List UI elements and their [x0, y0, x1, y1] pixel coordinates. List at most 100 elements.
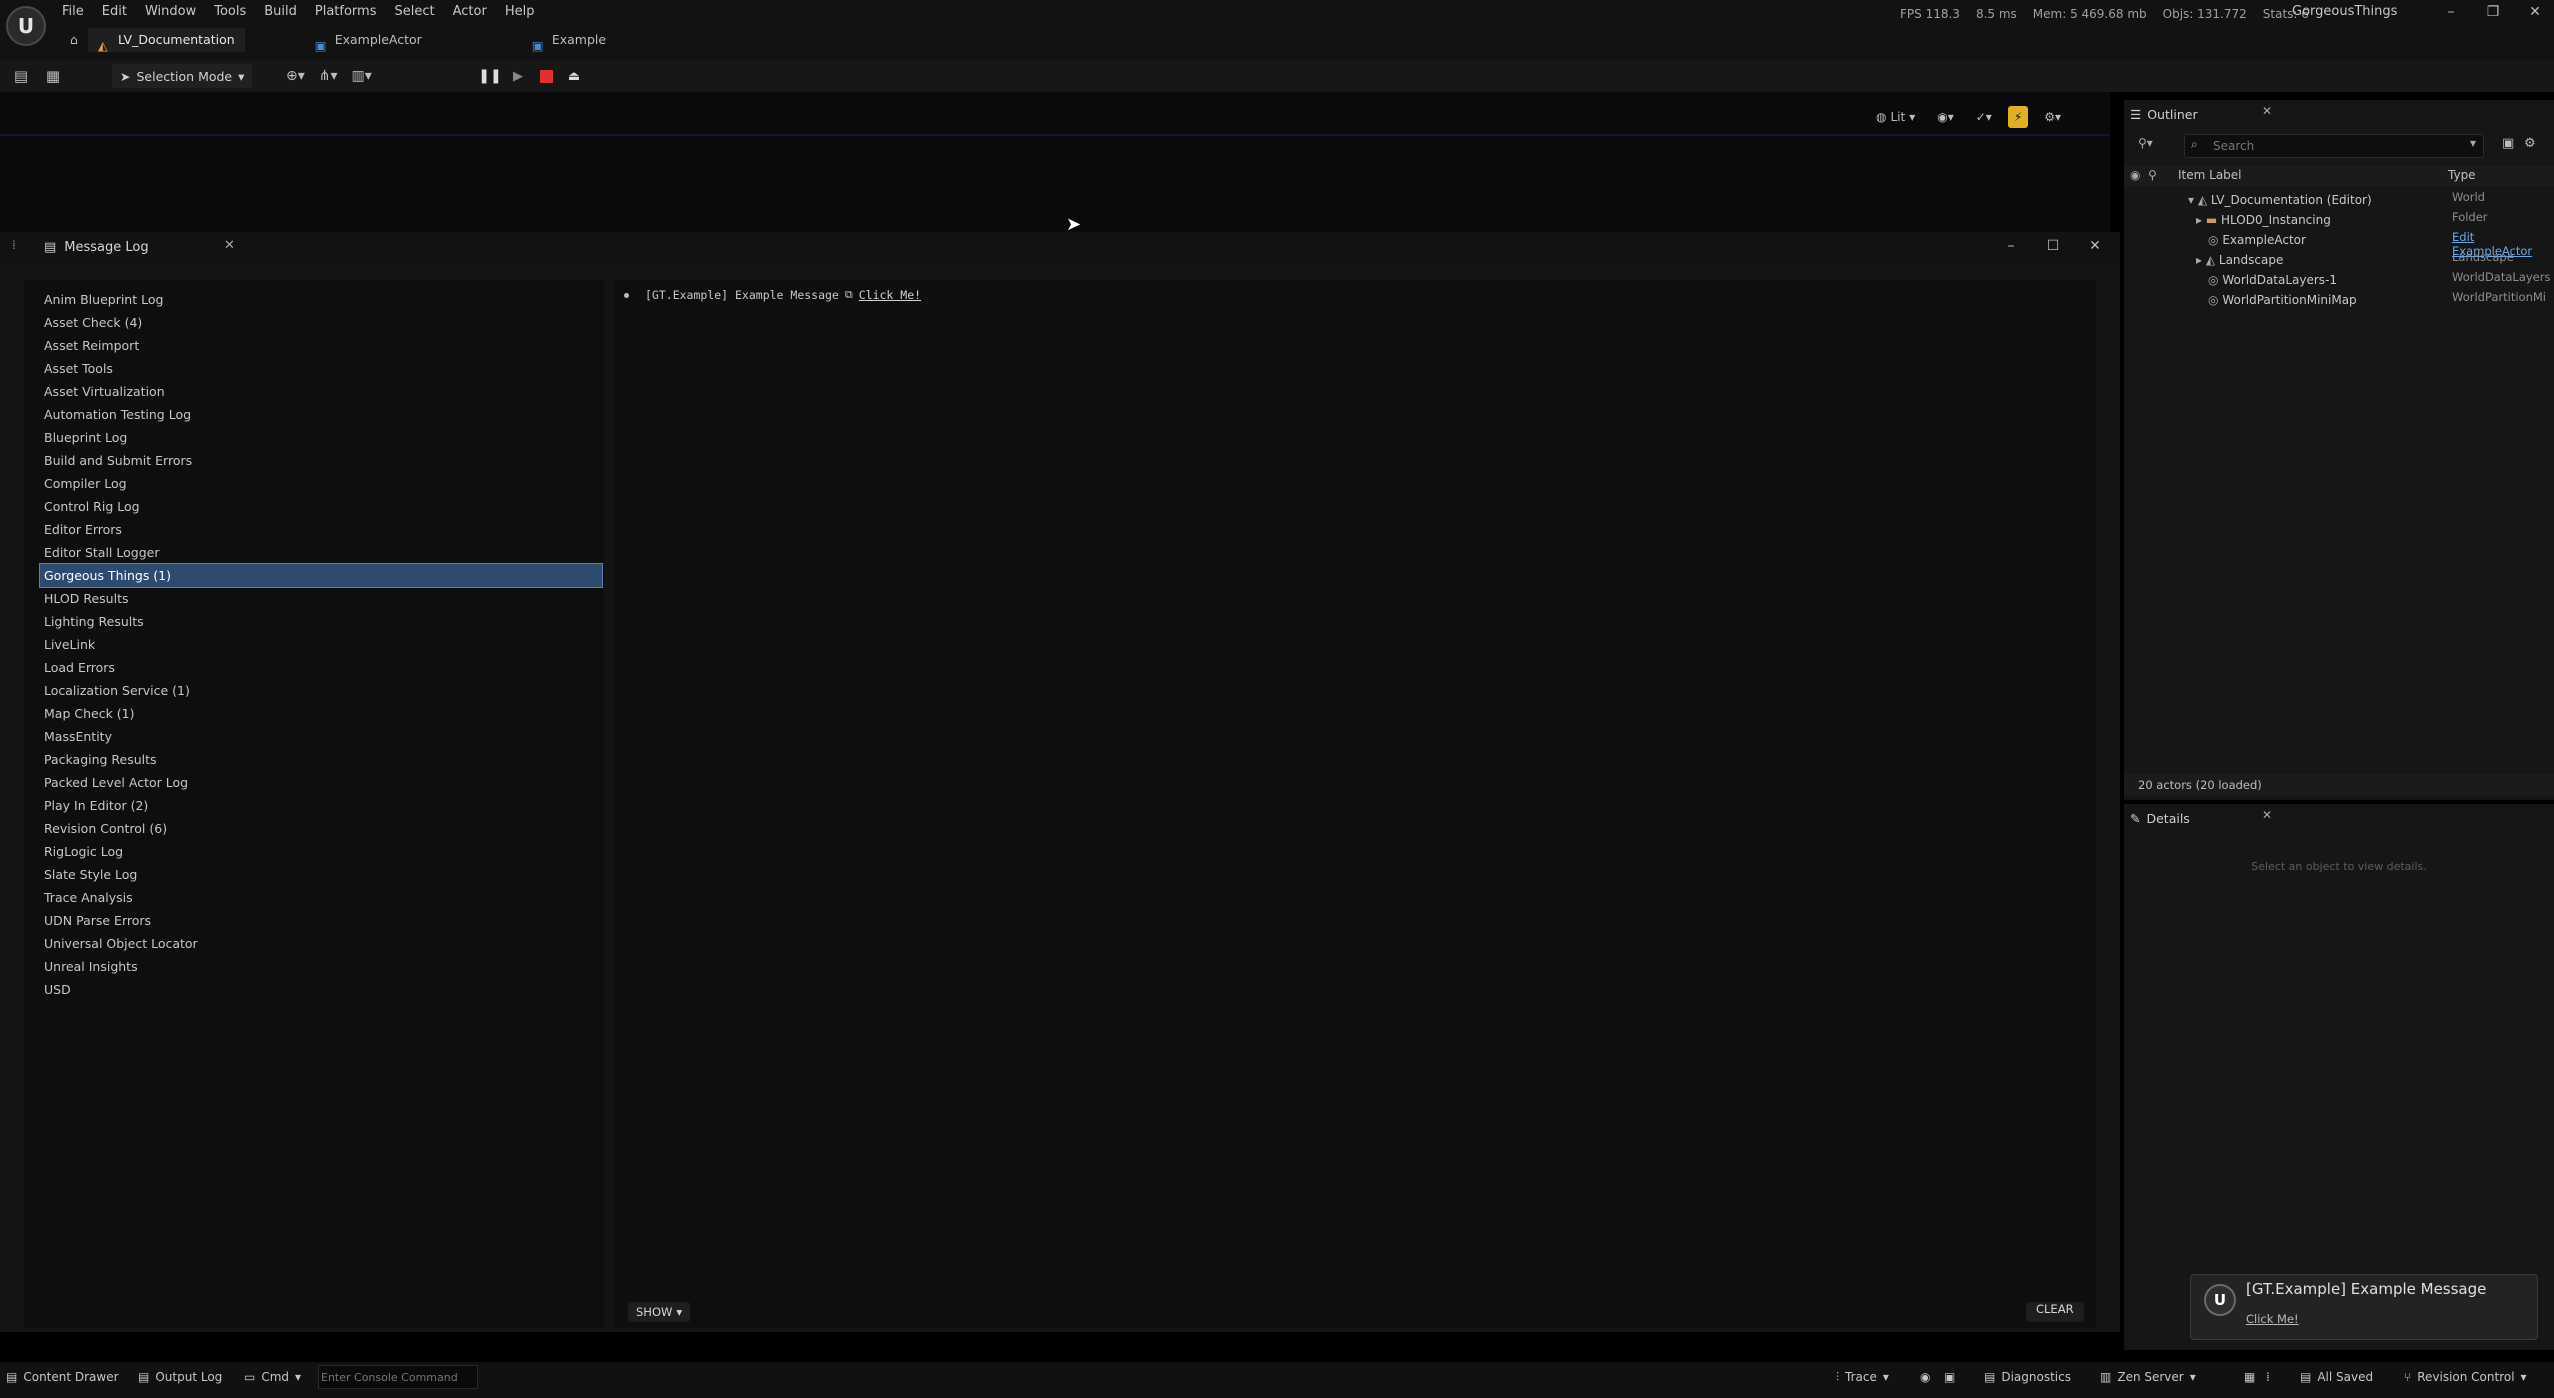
tab-example[interactable]: ▣ Example: [522, 28, 616, 53]
category-item[interactable]: Slate Style Log: [40, 863, 602, 886]
pin-icon[interactable]: ⚲: [2148, 168, 2157, 182]
category-item[interactable]: Control Rig Log: [40, 495, 602, 518]
category-item[interactable]: Gorgeous Things (1): [39, 563, 603, 588]
visibility-icon[interactable]: ◉: [2130, 168, 2140, 182]
maximize-icon[interactable]: ☐: [2032, 232, 2074, 260]
category-item[interactable]: Unreal Insights: [40, 955, 602, 978]
chevron-down-icon[interactable]: ▾: [2470, 136, 2476, 150]
menu-tools[interactable]: Tools: [212, 0, 262, 22]
viewport-settings-icon[interactable]: ⚙▾: [2038, 106, 2067, 128]
menu-window[interactable]: Window: [143, 0, 212, 22]
menu-file[interactable]: File: [60, 0, 100, 22]
save-icon[interactable]: ▤: [10, 65, 32, 87]
outliner-row-world[interactable]: ▾ ◭ LV_Documentation (Editor): [2188, 190, 2372, 210]
menu-edit[interactable]: Edit: [100, 0, 143, 22]
category-item[interactable]: Blueprint Log: [40, 426, 602, 449]
category-item[interactable]: Localization Service (1): [40, 679, 602, 702]
trace-dropdown[interactable]: ⫶ Trace ▾: [1836, 1366, 1889, 1388]
view-mode-button[interactable]: ◍ Lit ▾: [1870, 106, 1921, 128]
window-menu-icon[interactable]: ⁞: [12, 238, 16, 252]
all-saved-button[interactable]: ▤ All Saved: [2300, 1366, 2373, 1388]
category-item[interactable]: Asset Tools: [40, 357, 602, 380]
outliner-row-worlddatalayers[interactable]: ◎ WorldDataLayers-1: [2208, 270, 2337, 290]
home-icon[interactable]: ⌂: [60, 28, 88, 52]
category-item[interactable]: Asset Virtualization: [40, 380, 602, 403]
settings-icon[interactable]: ⚙: [2524, 136, 2536, 151]
cmd-dropdown[interactable]: ▭ Cmd ▾: [244, 1366, 301, 1388]
category-item[interactable]: Trace Analysis: [40, 886, 602, 909]
close-tab-icon[interactable]: ✕: [2262, 104, 2272, 118]
click-me-link[interactable]: Click Me!: [859, 288, 921, 302]
menu-select[interactable]: Select: [393, 0, 451, 22]
camera-icon[interactable]: ▣: [1944, 1366, 1955, 1388]
category-item[interactable]: UDN Parse Errors: [40, 909, 602, 932]
clear-button[interactable]: CLEAR: [2026, 1302, 2084, 1322]
restore-icon[interactable]: ❐: [2472, 0, 2514, 24]
console-command-input[interactable]: [318, 1365, 478, 1389]
realtime-button[interactable]: ⚡: [2007, 106, 2029, 128]
category-item[interactable]: HLOD Results: [40, 587, 602, 610]
menu-actor[interactable]: Actor: [451, 0, 503, 22]
derived-data-icon[interactable]: ▦: [2244, 1366, 2255, 1388]
minimize-icon[interactable]: –: [1990, 232, 2032, 260]
menu-platforms[interactable]: Platforms: [313, 0, 393, 22]
content-browser-icon[interactable]: ▦: [42, 65, 64, 87]
add-actor-icon[interactable]: ⊕▾: [286, 68, 305, 84]
tab-message-log[interactable]: ▤ Message Log: [44, 236, 149, 258]
stop-icon[interactable]: [536, 66, 556, 86]
output-log-button[interactable]: ▤ Output Log: [138, 1366, 222, 1388]
filter-icon[interactable]: ⚲▾: [2138, 136, 2153, 150]
menu-build[interactable]: Build: [262, 0, 313, 22]
col-item-label[interactable]: Item Label: [2178, 168, 2242, 182]
tab-exampleactor[interactable]: ▣ ExampleActor: [305, 28, 432, 53]
category-item[interactable]: RigLogic Log: [40, 840, 602, 863]
category-item[interactable]: Automation Testing Log: [40, 403, 602, 426]
diagnostics-button[interactable]: ▤ Diagnostics: [1984, 1366, 2071, 1388]
category-item[interactable]: Asset Reimport: [40, 334, 602, 357]
category-item[interactable]: Compiler Log: [40, 472, 602, 495]
close-tab-icon[interactable]: ✕: [2262, 808, 2272, 822]
cinematics-icon[interactable]: ▥▾: [352, 68, 372, 84]
revision-control-button[interactable]: ⑂ Revision Control ▾: [2404, 1366, 2527, 1388]
close-icon[interactable]: ✕: [2514, 0, 2554, 24]
outliner-row-landscape[interactable]: ▸ ◭ Landscape: [2196, 250, 2283, 270]
show-flags-button[interactable]: ◉▾: [1931, 106, 1960, 128]
close-icon[interactable]: ✕: [2074, 232, 2116, 260]
zen-server-button[interactable]: ▥ Zen Server ▾: [2100, 1366, 2196, 1388]
category-item[interactable]: Build and Submit Errors: [40, 449, 602, 472]
category-item[interactable]: MassEntity: [40, 725, 602, 748]
blueprint-tools-icon[interactable]: ⋔▾: [319, 68, 338, 84]
category-item[interactable]: USD: [40, 978, 602, 1001]
snap-button[interactable]: ✓▾: [1970, 106, 1998, 128]
outliner-search-input[interactable]: [2211, 135, 2475, 157]
step-icon[interactable]: ▶: [508, 66, 528, 86]
tab-details[interactable]: ✎ Details: [2130, 808, 2190, 828]
category-item[interactable]: Anim Blueprint Log: [40, 288, 602, 311]
level-viewport[interactable]: [0, 92, 2110, 235]
show-filter-button[interactable]: SHOW ▾: [628, 1302, 691, 1322]
eject-icon[interactable]: ⏏: [564, 66, 584, 86]
unreal-logo-icon[interactable]: U: [6, 6, 46, 46]
outliner-row-folder[interactable]: ▸ ▬ HLOD0_Instancing: [2196, 210, 2331, 230]
pause-icon[interactable]: ❚❚: [478, 66, 501, 86]
more-icon[interactable]: ⁞: [2266, 1366, 2270, 1388]
category-item[interactable]: Packed Level Actor Log: [40, 771, 602, 794]
content-drawer-button[interactable]: ▤ Content Drawer: [6, 1366, 119, 1388]
category-item[interactable]: Play In Editor (2): [40, 794, 602, 817]
toast-click-me-link[interactable]: Click Me!: [2246, 1312, 2299, 1326]
category-item[interactable]: LiveLink: [40, 633, 602, 656]
category-item[interactable]: Packaging Results: [40, 748, 602, 771]
record-icon[interactable]: ◉: [1920, 1366, 1930, 1388]
category-item[interactable]: Asset Check (4): [40, 311, 602, 334]
col-type[interactable]: Type: [2448, 168, 2476, 182]
tab-outliner[interactable]: ☰ Outliner: [2130, 104, 2198, 124]
selection-mode-dropdown[interactable]: ➤ Selection Mode ▾: [112, 64, 253, 88]
add-folder-icon[interactable]: ▣: [2502, 136, 2514, 151]
category-item[interactable]: Revision Control (6): [40, 817, 602, 840]
minimize-icon[interactable]: –: [2430, 0, 2472, 24]
category-item[interactable]: Lighting Results: [40, 610, 602, 633]
category-item[interactable]: Editor Stall Logger: [40, 541, 602, 564]
category-item[interactable]: Map Check (1): [40, 702, 602, 725]
category-item[interactable]: Load Errors: [40, 656, 602, 679]
outliner-row-exampleactor[interactable]: ◎ ExampleActor: [2208, 230, 2306, 250]
